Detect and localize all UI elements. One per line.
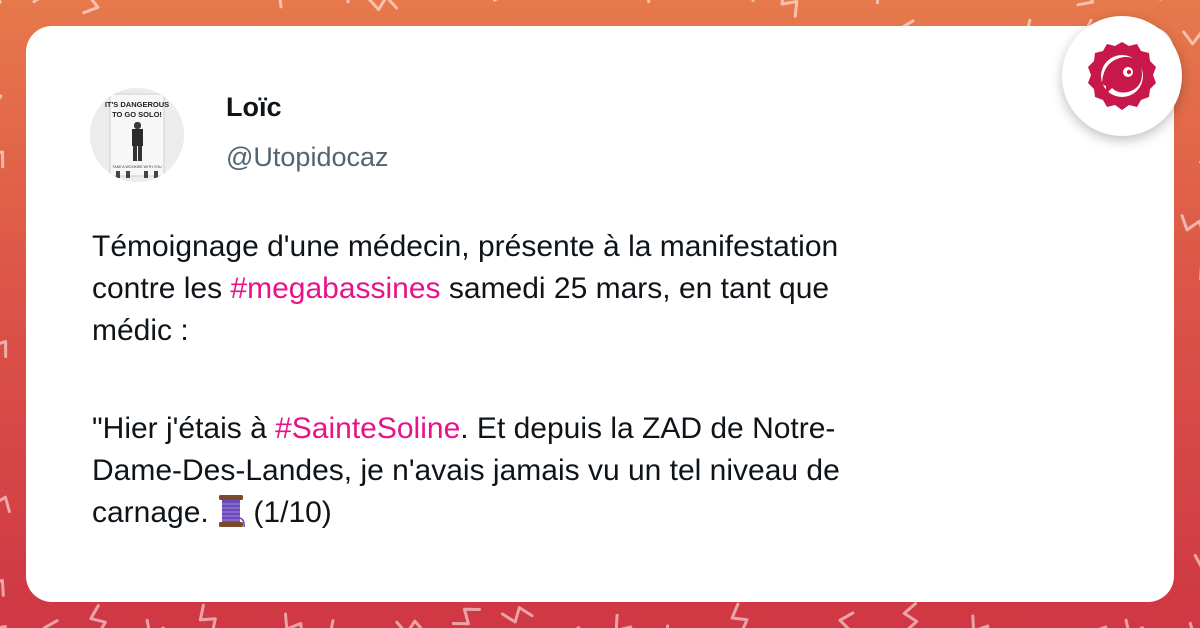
hashtag-link-megabassines[interactable]: #megabassines (230, 272, 440, 305)
background-zigzag (0, 578, 5, 597)
background-zigzag (0, 94, 3, 100)
tweet-line: "Hier j'étais à #SainteSoline. Et depuis… (92, 408, 1102, 450)
background-zigzag (780, 0, 799, 18)
background-zigzag (838, 611, 855, 628)
tweet-text-segment: . Et depuis la ZAD de Notre- (460, 412, 836, 445)
background-zigzag (82, 0, 100, 15)
tweet-text: Témoignage d'une médecin, présente à la … (92, 226, 1102, 534)
author-name[interactable]: Loïc (226, 92, 282, 123)
tweet-text-segment: samedi 25 mars, en tant que (440, 272, 830, 305)
background-zigzag (1182, 30, 1200, 46)
background-zigzag (730, 602, 749, 628)
background-zigzag (145, 618, 165, 628)
background-zigzag (0, 150, 5, 169)
background-zigzag (1124, 618, 1145, 628)
background-zigzag (501, 606, 534, 624)
background-zigzag (367, 0, 398, 12)
tweet-line: Dame-Des-Landes, je n'avais jamais vu un… (92, 450, 1102, 492)
tweet-text-segment: "Hier j'étais à (92, 412, 276, 445)
background-zigzag (32, 0, 39, 4)
background-zigzag (1188, 621, 1194, 628)
background-zigzag (971, 614, 990, 628)
background-zigzag (1193, 554, 1200, 568)
background-zigzag (0, 625, 7, 628)
avatar[interactable]: IT'S DANGEROUS TO GO SOLO! TAKE A WOOKIE… (90, 88, 184, 182)
spool-of-thread-icon (217, 494, 246, 528)
background-zigzag (395, 619, 423, 628)
background-zigzag (902, 602, 919, 628)
tweet-text-segment: (1/10) (245, 496, 332, 529)
hashtag-link-saintesoline[interactable]: #SainteSoline (275, 412, 460, 445)
tweet-text-segment: Dame-Des-Landes, je n'avais jamais vu un… (92, 454, 840, 487)
brand-logo-icon (1088, 42, 1156, 110)
background-zigzag (647, 0, 651, 4)
tweet-text-segment: carnage. (92, 496, 218, 529)
tweet-text-segment: médic : (92, 314, 189, 347)
tweet-text-segment: Témoignage d'une médecin, présente à la … (92, 230, 839, 263)
background-zigzag (451, 607, 481, 626)
avatar-poster-line1: IT'S DANGEROUS (105, 100, 169, 109)
avatar-poster-line2: TO GO SOLO! (112, 110, 162, 119)
background-zigzag (329, 619, 335, 628)
tweet-text-segment: contre les (92, 272, 231, 305)
background-zigzag (614, 613, 633, 628)
tweet-line: médic : (92, 310, 1102, 352)
brand-badge[interactable] (1062, 16, 1182, 136)
tweet-line: Témoignage d'une médecin, présente à la … (92, 226, 1102, 268)
background-zigzag (0, 495, 11, 514)
background-zigzag (284, 612, 303, 628)
background-zigzag (1180, 214, 1200, 232)
background-zigzag (1076, 0, 1095, 7)
background-zigzag (278, 0, 283, 9)
tweet-line: contre les #megabassines samedi 25 mars,… (92, 268, 1102, 310)
background-zigzag (0, 340, 8, 359)
background-zigzag (875, 0, 880, 5)
avatar-poster-bottom: TAKE A WOOKIEE WITH YOU (112, 165, 162, 169)
background-zigzag (346, 0, 350, 4)
background-zigzag (198, 603, 217, 628)
avatar-image: IT'S DANGEROUS TO GO SOLO! TAKE A WOOKIE… (90, 88, 184, 182)
background-zigzag (89, 604, 107, 628)
tweet-line: carnage. (1/10) (92, 492, 1102, 534)
background-zigzag (42, 619, 59, 628)
author-handle[interactable]: @Utopidocaz (226, 142, 389, 173)
